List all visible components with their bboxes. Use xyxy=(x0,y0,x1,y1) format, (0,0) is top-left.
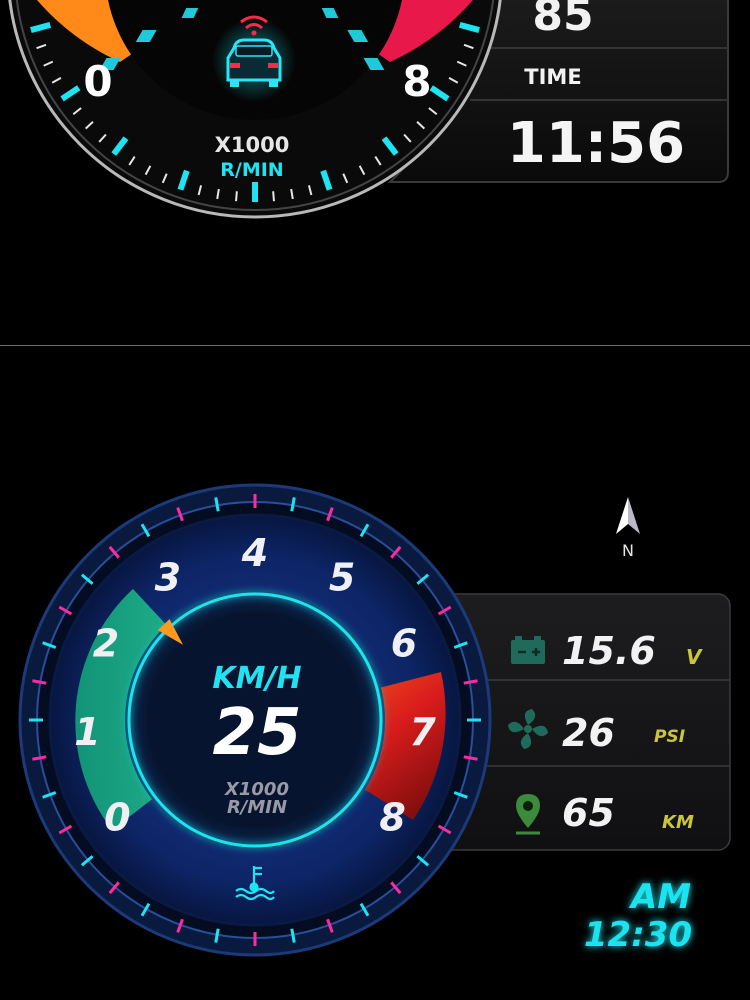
clock-period: AM xyxy=(628,877,691,917)
top-panel-value: 85 xyxy=(532,0,593,41)
top-scale-max: 8 xyxy=(402,57,431,106)
speed-scale-label: 3 xyxy=(155,555,181,599)
top-scale-min: 0 xyxy=(83,57,112,106)
speed-value: 25 xyxy=(212,696,301,770)
top-dashboard: 0 8 X1000 R/MIN 85 TIME 11:56 xyxy=(8,0,729,219)
battery-voltage-unit: V xyxy=(686,645,703,669)
speed-scale-label: 4 xyxy=(241,531,268,575)
speed-scale-label: 6 xyxy=(391,621,417,665)
speed-scale-label: 2 xyxy=(93,621,119,665)
top-gauge-tick xyxy=(272,191,275,202)
compass-label: N xyxy=(622,541,634,560)
speed-rpm-unit-line2: R/MIN xyxy=(227,797,287,818)
top-gauge-tick xyxy=(235,191,238,202)
battery-icon xyxy=(511,636,545,664)
speed-unit-label: KM/H xyxy=(212,661,301,696)
battery-voltage-value: 15.6 xyxy=(562,629,656,673)
clock-time: 12:30 xyxy=(584,915,692,955)
time-value: 11:56 xyxy=(507,111,685,176)
bottom-dashboard: 01 23 4 56 78 15.6 V 26 PSI 65 KM N KM/H 25 … xyxy=(18,483,731,957)
top-unit-line2: R/MIN xyxy=(220,159,283,181)
top-unit-line1: X1000 xyxy=(215,133,290,157)
speed-scale-label: 5 xyxy=(329,555,355,599)
north-arrow-icon xyxy=(616,497,640,534)
speed-scale-label: 0 xyxy=(104,795,130,839)
range-value: 65 xyxy=(562,791,615,835)
speed-scale-label: 1 xyxy=(74,710,100,754)
speed-scale-label: 8 xyxy=(379,795,405,839)
range-unit: KM xyxy=(662,812,694,833)
time-label: TIME xyxy=(524,65,581,89)
boost-pressure-value: 26 xyxy=(562,711,615,755)
boost-pressure-unit: PSI xyxy=(654,727,685,747)
speed-scale-label: 7 xyxy=(409,710,436,754)
